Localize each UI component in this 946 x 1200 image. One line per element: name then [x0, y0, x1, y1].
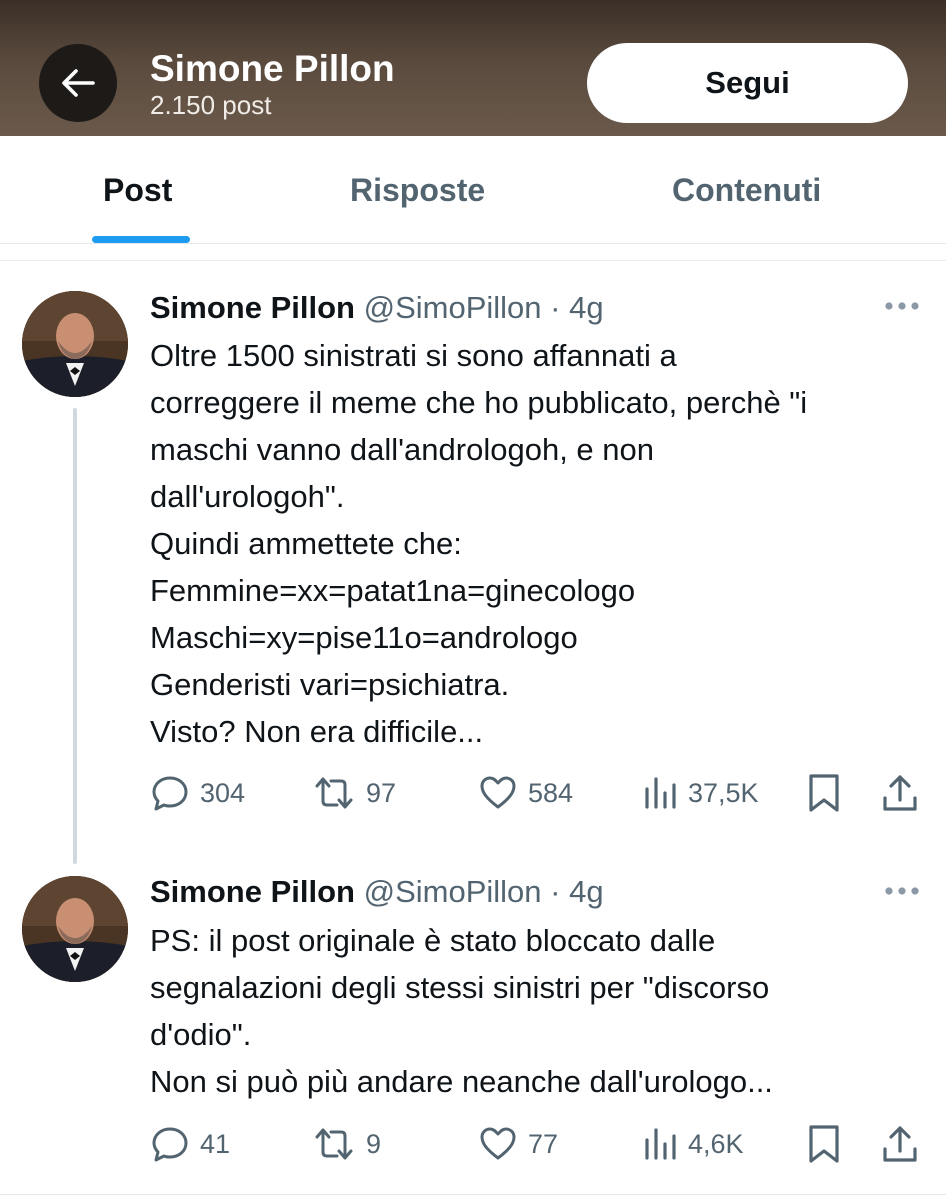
repost-button[interactable]: 97 — [312, 771, 396, 815]
more-icon[interactable] — [884, 885, 920, 897]
author-name[interactable]: Simone Pillon — [150, 290, 355, 325]
share-icon — [883, 1126, 917, 1162]
views-button[interactable]: 37,5K — [642, 771, 759, 815]
tweet-header: Simone Pillon @SimoPillon · 4g — [150, 874, 604, 910]
share-icon — [883, 775, 917, 811]
share-button[interactable] — [880, 1122, 920, 1166]
divider — [0, 260, 946, 261]
tweet-time[interactable]: · 4g — [550, 290, 603, 325]
tab-contenuti[interactable]: Contenuti — [672, 172, 821, 209]
bookmark-icon — [809, 774, 839, 812]
tweet-header: Simone Pillon @SimoPillon · 4g — [150, 290, 604, 326]
like-count: 77 — [528, 1128, 559, 1159]
active-tab-indicator — [92, 236, 190, 243]
like-count: 584 — [528, 777, 574, 808]
repost-count: 97 — [366, 777, 397, 808]
bookmark-button[interactable] — [806, 771, 842, 815]
avatar[interactable] — [22, 291, 128, 397]
views-button[interactable]: 4,6K — [642, 1122, 744, 1166]
reply-count: 304 — [200, 777, 246, 808]
avatar-photo — [22, 876, 128, 982]
tweet-actions: 304 97 584 37,5K — [150, 771, 930, 815]
reply-button[interactable]: 41 — [150, 1122, 230, 1166]
bookmark-icon — [809, 1125, 839, 1163]
author-handle[interactable]: @SimoPillon — [364, 874, 542, 909]
views-count: 37,5K — [688, 777, 759, 808]
repost-count: 9 — [366, 1128, 382, 1159]
like-button[interactable]: 77 — [478, 1122, 558, 1166]
tweet-actions: 41 9 77 4,6K — [150, 1122, 930, 1166]
back-button[interactable] — [39, 44, 117, 122]
profile-name: Simone Pillon — [150, 48, 395, 89]
profile-header: Simone Pillon 2.150 post Segui — [0, 0, 946, 136]
reply-icon — [152, 776, 188, 811]
tweet-text: PS: il post originale è stato bloccato d… — [150, 923, 773, 1099]
post-count: 2.150 post — [150, 90, 272, 120]
avatar[interactable] — [22, 876, 128, 982]
tweet-time[interactable]: · 4g — [550, 874, 603, 909]
reply-icon — [152, 1127, 188, 1162]
thread-line — [73, 408, 77, 864]
reply-button[interactable]: 304 — [150, 771, 245, 815]
follow-button[interactable]: Segui — [587, 43, 908, 123]
author-handle[interactable]: @SimoPillon — [364, 290, 542, 325]
heart-icon — [480, 1127, 516, 1160]
profile-tabs: Post Risposte Contenuti — [0, 136, 946, 244]
arrow-left-icon — [62, 69, 95, 97]
author-name[interactable]: Simone Pillon — [150, 874, 355, 909]
bookmark-button[interactable] — [806, 1122, 842, 1166]
reply-count: 41 — [200, 1128, 231, 1159]
repost-icon — [315, 1128, 353, 1160]
tab-post[interactable]: Post — [103, 172, 172, 209]
views-icon — [645, 777, 676, 809]
divider — [0, 1194, 946, 1195]
repost-icon — [315, 777, 353, 809]
more-icon[interactable] — [884, 300, 920, 312]
tab-risposte[interactable]: Risposte — [350, 172, 485, 209]
views-count: 4,6K — [688, 1128, 744, 1159]
like-button[interactable]: 584 — [478, 771, 573, 815]
heart-icon — [480, 776, 516, 809]
tweet-text: Oltre 1500 sinistrati si sono affannati … — [150, 338, 808, 749]
share-button[interactable] — [880, 771, 920, 815]
views-icon — [645, 1128, 676, 1160]
repost-button[interactable]: 9 — [312, 1122, 381, 1166]
avatar-photo — [22, 291, 128, 397]
